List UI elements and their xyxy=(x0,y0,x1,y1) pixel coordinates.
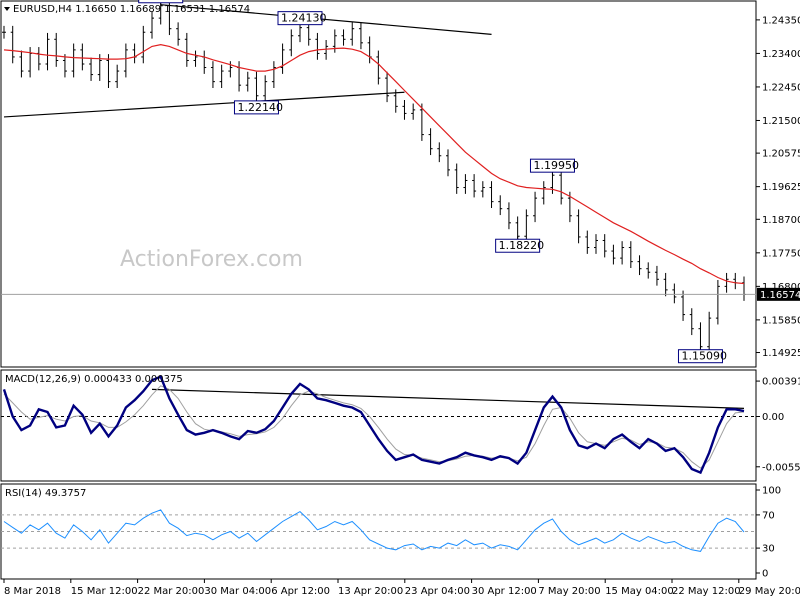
price-axis-label: 1.23400 xyxy=(762,49,800,60)
price-axis-label: 1.19625 xyxy=(762,182,800,193)
eurusd-h4-chart[interactable]: ActionForex.com 1.24750 1.24130 1.22140 1.1… xyxy=(0,0,800,600)
rsi-panel-title: RSI(14) 49.3757 xyxy=(5,488,86,499)
annotation-label: 1.15090 xyxy=(681,350,727,363)
price-axis-label: 1.15850 xyxy=(762,315,800,326)
time-axis-label: 22 May 12:00 xyxy=(672,586,741,597)
price-panel-title: EURUSD,H4 1.16650 1.16689 1.16531 1.1657… xyxy=(13,4,250,15)
last-price-label: 1.16574 xyxy=(760,290,800,301)
time-axis-label: 15 May 04:00 xyxy=(605,586,674,597)
watermark: ActionForex.com xyxy=(120,247,303,272)
price-axis-label: 1.14925 xyxy=(762,348,800,359)
macd-panel[interactable] xyxy=(0,369,757,482)
price-axis-label: 1.21500 xyxy=(762,116,800,127)
time-axis-label: 30 Mar 04:00 xyxy=(204,586,271,597)
rsi-panel[interactable] xyxy=(0,483,757,580)
time-axis-label: 23 Apr 04:00 xyxy=(405,586,470,597)
annotation-label: 1.24130 xyxy=(281,12,327,25)
macd-axis-label: 0.00 xyxy=(762,412,784,423)
macd-axis-label: 0.003917 xyxy=(762,377,800,388)
time-axis-label: 6 Apr 12:00 xyxy=(271,586,330,597)
annotation-label: 1.19950 xyxy=(533,159,579,172)
rsi-axis-label: 0 xyxy=(762,569,768,580)
time-axis-label: 13 Apr 20:00 xyxy=(338,586,403,597)
macd-panel-title: MACD(12,26,9) 0.000433 0.000375 xyxy=(5,374,183,385)
price-axis-label: 1.24350 xyxy=(762,15,800,26)
time-axis-label: 22 Mar 20:00 xyxy=(138,586,205,597)
time-axis-label: 7 May 20:00 xyxy=(538,586,600,597)
macd-axis-label: -0.00556 xyxy=(762,462,800,473)
time-axis-label: 29 May 20:00 xyxy=(739,586,800,597)
rsi-axis-label: 100 xyxy=(762,486,781,497)
price-axis-label: 1.22450 xyxy=(762,82,800,93)
price-axis-label: 1.17750 xyxy=(762,248,800,259)
rsi-axis-label: 70 xyxy=(762,510,775,521)
time-axis-label: 30 Apr 12:00 xyxy=(472,586,537,597)
price-axis-label: 1.18700 xyxy=(762,215,800,226)
rsi-axis-label: 30 xyxy=(762,544,775,555)
annotation-label: 1.24750 xyxy=(142,0,188,3)
price-axis-label: 1.20575 xyxy=(762,149,800,160)
annotation-label: 1.18220 xyxy=(499,239,545,252)
time-axis-label: 15 Mar 12:00 xyxy=(71,586,138,597)
annotation-label: 1.22140 xyxy=(237,101,283,114)
time-axis-label: 8 Mar 2018 xyxy=(4,586,61,597)
